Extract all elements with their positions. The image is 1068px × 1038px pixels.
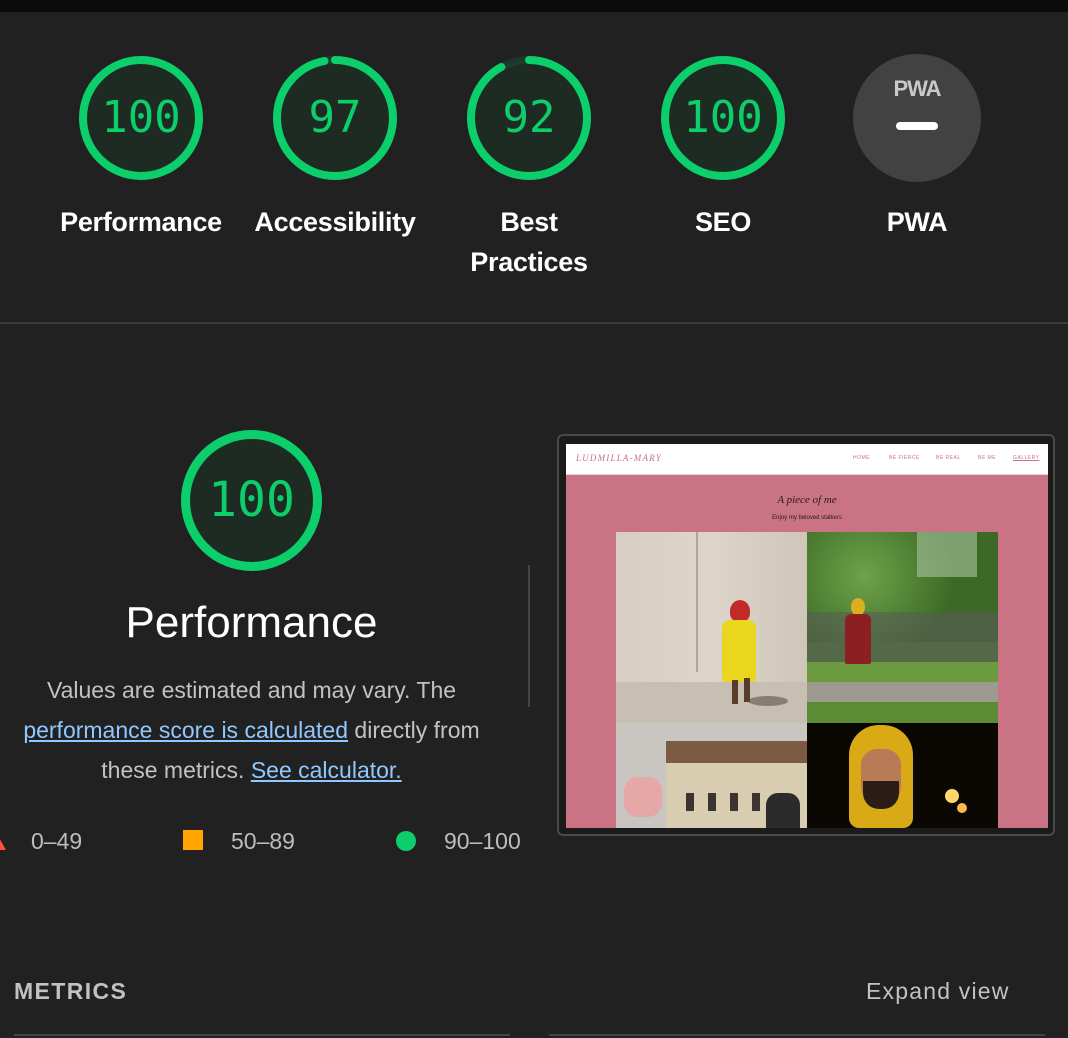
screenshot-subheading: Enjoy my beloved stalkers [772, 515, 842, 521]
score-value: 92 [502, 92, 556, 143]
score-calculated-link[interactable]: performance score is calculated [23, 717, 348, 743]
pwa-badge-text: PWA [893, 76, 941, 101]
section-divider [0, 322, 1068, 324]
top-bar [0, 0, 1068, 12]
gallery-photo-yellow-figure [616, 532, 807, 723]
gauge-performance[interactable]: 100 Performance [41, 54, 241, 242]
score-ring: 97 [271, 54, 399, 182]
screenshot-brand: LUDMILLA-MARY [576, 453, 662, 463]
pwa-badge-circle [853, 54, 981, 182]
screenshot-nav-me: BE ME [978, 455, 997, 461]
gauge-pwa[interactable]: PWA PWA [817, 54, 1017, 242]
fail-triangle-icon [0, 834, 6, 850]
gauge-best-practices[interactable]: 92 Best Practices [429, 54, 629, 282]
vertical-divider [528, 565, 530, 707]
desc-text-3: these metrics. [101, 757, 245, 783]
gauge-label: PWA [886, 207, 948, 237]
gallery-photo-building [616, 723, 807, 828]
score-value: 100 [101, 92, 181, 143]
screenshot-nav-fierce: BE FIERCE [889, 455, 920, 461]
gallery-photo-portrait [807, 723, 998, 828]
metrics-rule-left [14, 1034, 510, 1036]
pass-circle-icon [396, 831, 416, 851]
gallery-photo-park-crowd [807, 532, 998, 723]
metrics-heading: METRICS [14, 978, 128, 1004]
screenshot-nav-home: HOME [853, 455, 870, 461]
pwa-badge: PWA [853, 54, 981, 182]
final-screenshot[interactable]: LUDMILLA-MARY HOME BE FIERCE BE REAL BE … [566, 444, 1048, 828]
gauge-seo[interactable]: 100 SEO [623, 54, 823, 242]
performance-title: Performance [125, 598, 378, 647]
legend-pass-range: 90–100 [444, 828, 521, 854]
score-ring: 92 [465, 54, 593, 182]
gauge-label: Performance [60, 207, 222, 237]
screenshot-nav-gallery: GALLERY [1013, 455, 1040, 461]
score-value: 97 [308, 92, 362, 143]
performance-score-value: 100 [208, 472, 295, 528]
gauge-label: Accessibility [254, 207, 416, 237]
desc-text-1: Values are estimated and may vary. The [46, 677, 457, 703]
score-ring: 100 [659, 54, 787, 182]
see-calculator-link[interactable]: See calculator. [251, 757, 402, 783]
legend-fail-range: 0–49 [31, 828, 83, 854]
gauge-accessibility[interactable]: 97 Accessibility [235, 54, 435, 242]
performance-description: Values are estimated and may vary. The p… [0, 670, 503, 790]
screenshot-navbar: LUDMILLA-MARY HOME BE FIERCE BE REAL BE … [566, 444, 1048, 475]
performance-score-gauge: 100 [179, 428, 324, 573]
gauge-label: Best Practices [470, 207, 588, 277]
gauge-label: SEO [694, 207, 752, 237]
legend-average-range: 50–89 [231, 828, 295, 854]
pwa-dash-icon [896, 122, 938, 130]
metrics-rule-right [549, 1034, 1045, 1036]
score-value: 100 [683, 92, 763, 143]
average-square-icon [183, 830, 203, 850]
desc-text-2: directly from [354, 717, 480, 743]
screenshot-heading: A piece of me [777, 494, 837, 506]
screenshot-nav-real: BE REAL [936, 455, 961, 461]
expand-view-toggle[interactable]: Expand view [866, 978, 1010, 1005]
score-ring: 100 [77, 54, 205, 182]
